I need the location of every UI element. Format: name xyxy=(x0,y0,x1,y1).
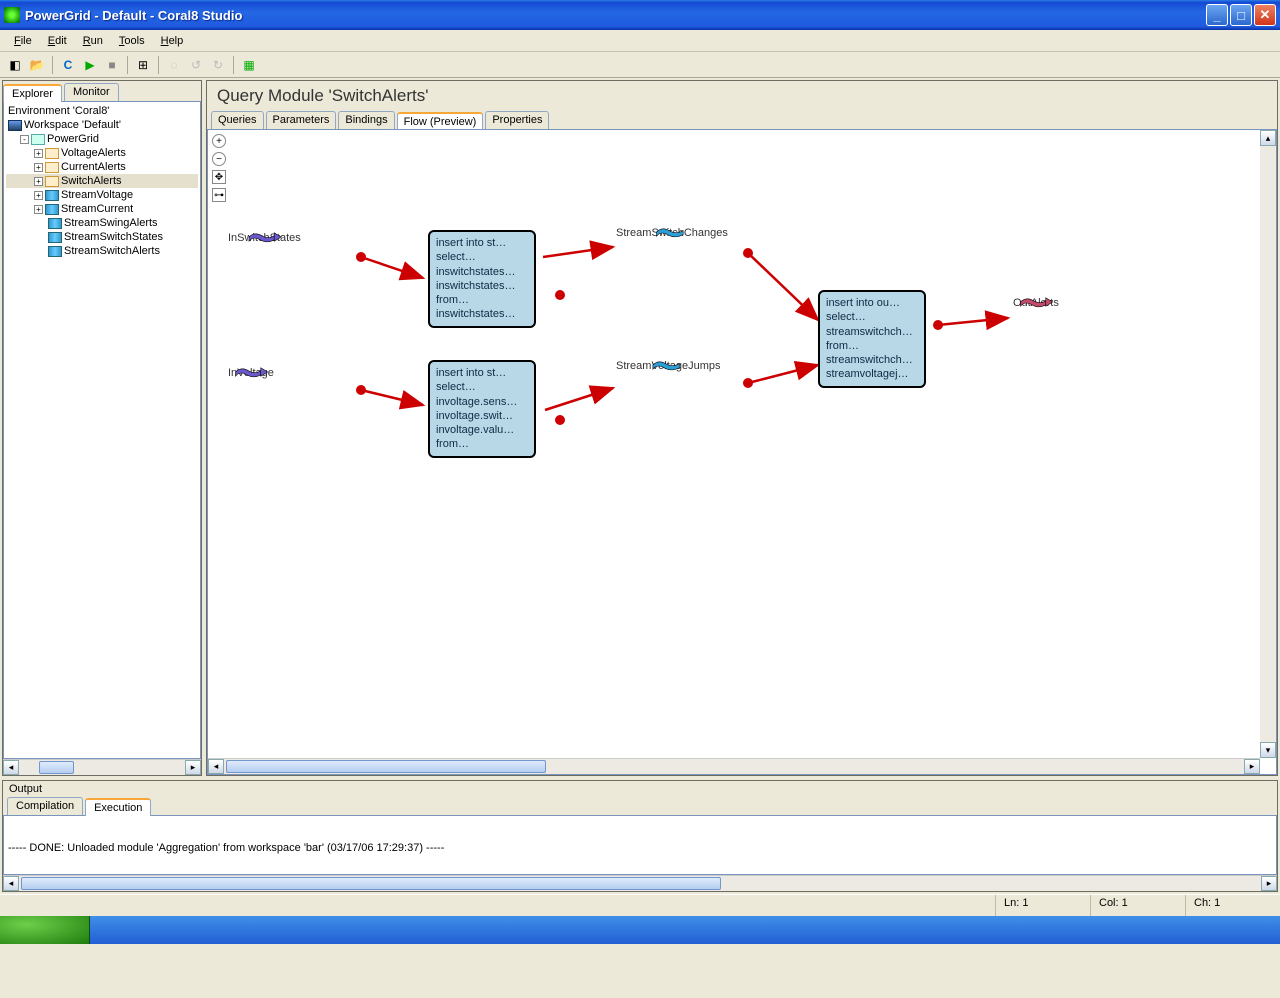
stream-icon xyxy=(48,218,62,229)
tab-explorer[interactable]: Explorer xyxy=(3,84,62,102)
stream-icon xyxy=(616,358,721,372)
stream-icon xyxy=(616,225,728,239)
toolbar-btn-icon[interactable]: ⊞ xyxy=(134,56,152,74)
output-stream-icon xyxy=(1013,295,1059,309)
input-stream-icon xyxy=(228,365,274,379)
node-streamswitchchanges[interactable]: StreamSwitchChanges xyxy=(616,225,728,239)
explorer-hscroll[interactable]: ◂ ▸ xyxy=(3,759,201,775)
explorer-panel: Explorer Monitor Environment 'Coral8' Wo… xyxy=(2,80,202,776)
tab-execution[interactable]: Execution xyxy=(85,798,151,816)
tree-view[interactable]: Environment 'Coral8' Workspace 'Default'… xyxy=(3,101,201,759)
tree-workspace[interactable]: Workspace 'Default' xyxy=(6,118,198,132)
tree-item-streamcurrent[interactable]: +StreamCurrent xyxy=(6,202,198,216)
module-title: Query Module 'SwitchAlerts' xyxy=(207,81,1277,111)
menu-edit[interactable]: Edit xyxy=(40,33,75,49)
title-bar: PowerGrid - Default - Coral8 Studio _ □ … xyxy=(0,0,1280,30)
status-col: Col: 1 xyxy=(1090,895,1185,916)
flow-canvas[interactable]: + − ✥ ⊶ xyxy=(207,129,1277,775)
stream-icon xyxy=(48,246,62,257)
menu-bar: File Edit Run Tools Help xyxy=(0,30,1280,52)
toolbar-compile-icon[interactable]: C xyxy=(59,56,77,74)
app-icon xyxy=(4,7,20,23)
expand-icon[interactable]: + xyxy=(34,205,43,214)
node-streamvoltagejumps[interactable]: StreamVoltageJumps xyxy=(616,358,721,372)
module-icon xyxy=(45,162,59,173)
tree-environment[interactable]: Environment 'Coral8' xyxy=(6,104,198,118)
expand-icon[interactable]: + xyxy=(34,191,43,200)
status-bar: Ln: 1 Col: 1 Ch: 1 xyxy=(0,894,1280,916)
tab-monitor[interactable]: Monitor xyxy=(64,83,119,101)
tree-project[interactable]: -PowerGrid xyxy=(6,132,198,146)
tab-bindings[interactable]: Bindings xyxy=(338,111,394,129)
toolbar-new-icon[interactable]: ◧ xyxy=(6,56,24,74)
node-query2[interactable]: insert into st…select…involtage.sens…inv… xyxy=(428,360,536,458)
scroll-right-icon[interactable]: ▸ xyxy=(185,760,201,775)
toolbar: ◧ 📂 C ▶ ■ ⊞ ◌ ↺ ↻ ▦ xyxy=(0,52,1280,78)
window-title: PowerGrid - Default - Coral8 Studio xyxy=(25,8,1206,23)
tab-flow[interactable]: Flow (Preview) xyxy=(397,112,484,130)
node-query3[interactable]: insert into ou…select…streamswitchch…fro… xyxy=(818,290,926,388)
menu-tools[interactable]: Tools xyxy=(111,33,153,49)
stream-icon xyxy=(45,190,59,201)
toolbar-open-icon[interactable]: 📂 xyxy=(28,56,46,74)
menu-run[interactable]: Run xyxy=(75,33,111,49)
scroll-right-icon[interactable]: ▸ xyxy=(1261,876,1277,891)
start-button[interactable] xyxy=(0,916,90,944)
scroll-down-icon[interactable]: ▾ xyxy=(1260,742,1276,758)
module-icon xyxy=(45,176,59,187)
toolbar-stop-icon[interactable]: ■ xyxy=(103,56,121,74)
scroll-left-icon[interactable]: ◂ xyxy=(3,876,19,891)
status-line: Ln: 1 xyxy=(995,895,1090,916)
flow-arrows xyxy=(208,130,1276,774)
menu-help[interactable]: Help xyxy=(153,33,192,49)
module-icon xyxy=(45,148,59,159)
expand-icon[interactable]: + xyxy=(34,163,43,172)
node-inswitchstates[interactable]: InSwitchStates xyxy=(228,230,301,244)
menu-file[interactable]: File xyxy=(6,33,40,49)
output-hscroll[interactable]: ◂ ▸ xyxy=(3,875,1277,891)
input-stream-icon xyxy=(228,230,301,244)
taskbar[interactable] xyxy=(0,916,1280,944)
scroll-right-icon[interactable]: ▸ xyxy=(1244,759,1260,774)
expand-icon[interactable]: + xyxy=(34,149,43,158)
output-label: Output xyxy=(3,781,1277,797)
tree-item-streamswingalerts[interactable]: StreamSwingAlerts xyxy=(6,216,198,230)
canvas-vscroll[interactable]: ▴ ▾ xyxy=(1260,130,1276,758)
scroll-up-icon[interactable]: ▴ xyxy=(1260,130,1276,146)
tree-item-currentalerts[interactable]: +CurrentAlerts xyxy=(6,160,198,174)
toolbar-disabled3-icon: ↻ xyxy=(209,56,227,74)
status-char: Ch: 1 xyxy=(1185,895,1280,916)
toolbar-run-icon[interactable]: ▶ xyxy=(81,56,99,74)
scroll-left-icon[interactable]: ◂ xyxy=(3,760,19,775)
toolbar-disabled1-icon: ◌ xyxy=(165,56,183,74)
node-outalerts[interactable]: OutAlerts xyxy=(1013,295,1059,309)
editor-panel: Query Module 'SwitchAlerts' Queries Para… xyxy=(206,80,1278,776)
tree-item-streamswitchstates[interactable]: StreamSwitchStates xyxy=(6,230,198,244)
tree-item-streamswitchalerts[interactable]: StreamSwitchAlerts xyxy=(6,244,198,258)
tab-parameters[interactable]: Parameters xyxy=(266,111,337,129)
maximize-button[interactable]: □ xyxy=(1230,4,1252,26)
stream-icon xyxy=(48,232,62,243)
toolbar-table-icon[interactable]: ▦ xyxy=(240,56,258,74)
tree-item-streamvoltage[interactable]: +StreamVoltage xyxy=(6,188,198,202)
tab-compilation[interactable]: Compilation xyxy=(7,797,83,815)
workspace-icon xyxy=(8,120,22,131)
tab-properties[interactable]: Properties xyxy=(485,111,549,129)
tree-item-voltagealerts[interactable]: +VoltageAlerts xyxy=(6,146,198,160)
minimize-button[interactable]: _ xyxy=(1206,4,1228,26)
collapse-icon[interactable]: - xyxy=(20,135,29,144)
stream-icon xyxy=(45,204,59,215)
node-query1[interactable]: insert into st…select…inswitchstates…ins… xyxy=(428,230,536,328)
tree-item-switchalerts[interactable]: +SwitchAlerts xyxy=(6,174,198,188)
close-button[interactable]: ✕ xyxy=(1254,4,1276,26)
output-panel: Output Compilation Execution ----- DONE:… xyxy=(2,780,1278,892)
tab-queries[interactable]: Queries xyxy=(211,111,264,129)
canvas-hscroll[interactable]: ◂ ▸ xyxy=(208,758,1260,774)
scroll-left-icon[interactable]: ◂ xyxy=(208,759,224,774)
project-icon xyxy=(31,134,45,145)
node-involtage[interactable]: InVoltage xyxy=(228,365,274,379)
output-text[interactable]: ----- DONE: Unloaded module 'Aggregation… xyxy=(3,815,1277,875)
toolbar-disabled2-icon: ↺ xyxy=(187,56,205,74)
expand-icon[interactable]: + xyxy=(34,177,43,186)
